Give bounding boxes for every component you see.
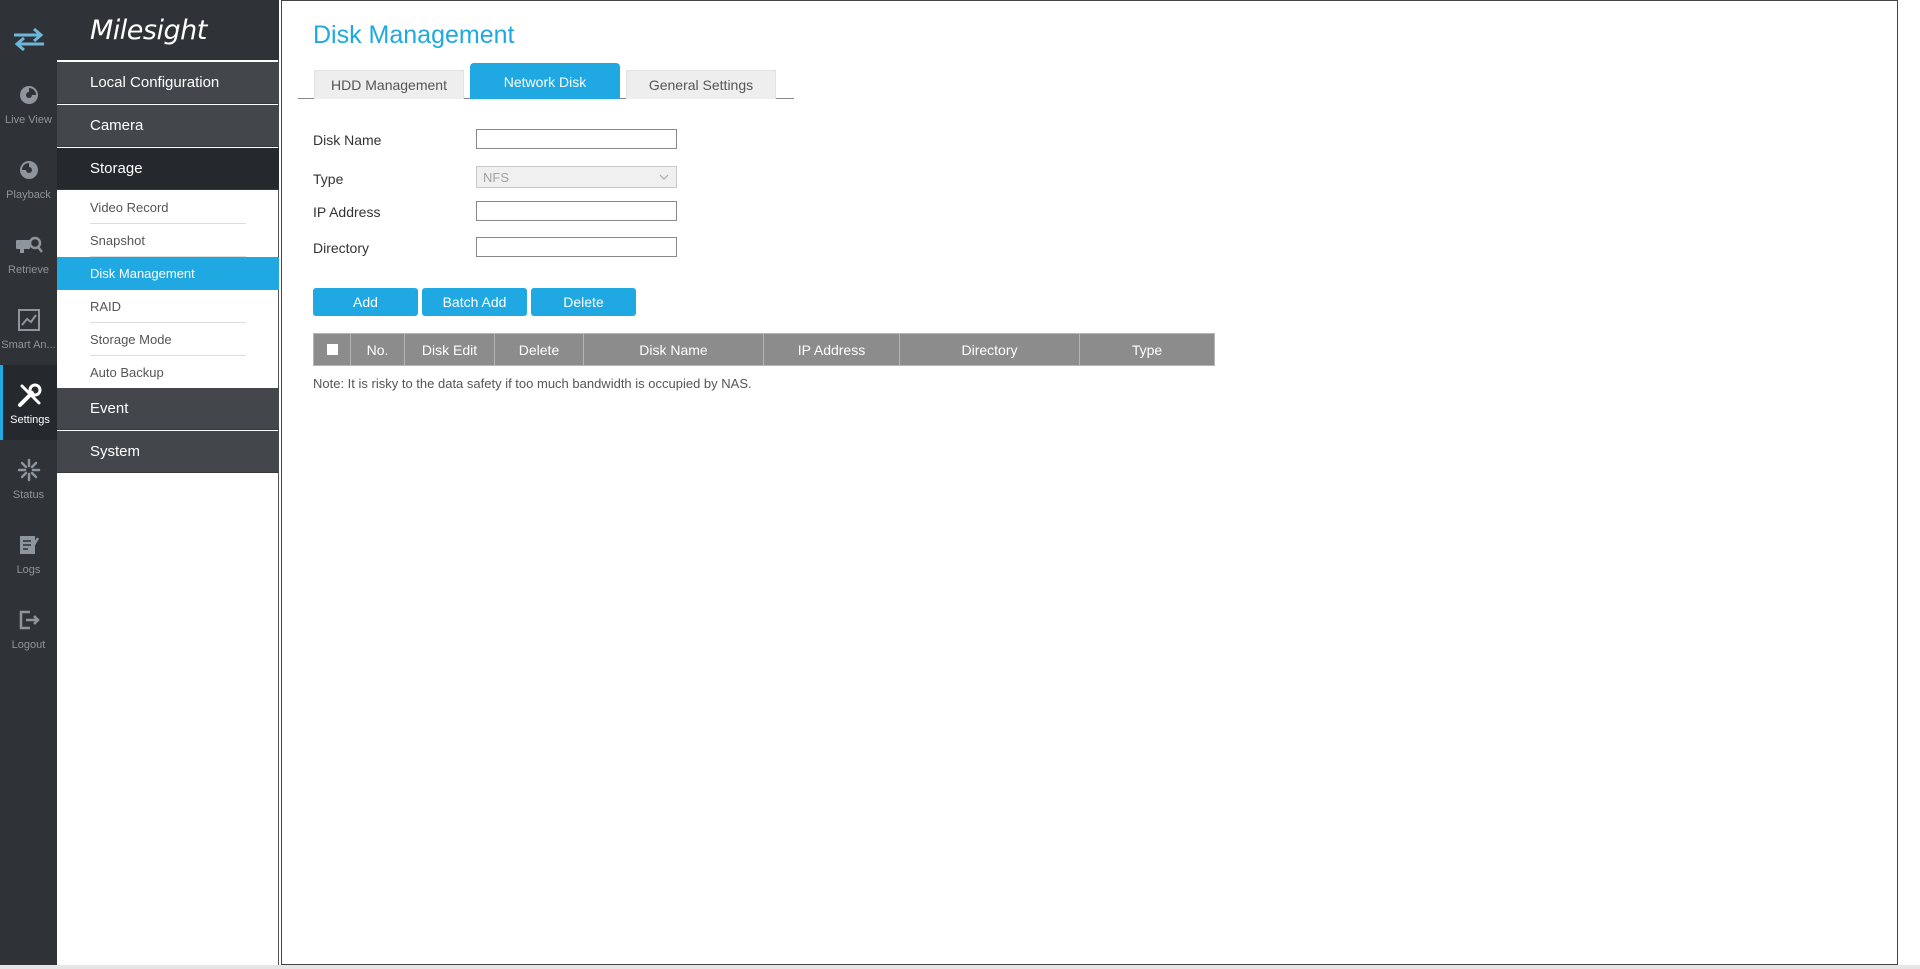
rail-item-status[interactable]: Status: [0, 440, 57, 515]
brand-logo-text: Milesight: [90, 14, 207, 46]
icon-rail: Live View Playback Retrieve Smart An... …: [0, 0, 57, 965]
chevron-down-icon: [658, 171, 670, 186]
column-header-disk-name: Disk Name: [584, 334, 764, 365]
rail-label: Logout: [11, 638, 46, 651]
tab-general-settings[interactable]: General Settings: [626, 70, 776, 99]
swap-arrows-icon: [13, 27, 44, 51]
directory-label: Directory: [313, 240, 370, 256]
sidebar-item-storage[interactable]: Storage: [57, 148, 279, 190]
type-select-value: NFS: [483, 169, 509, 185]
sidebar-subitem-storage-mode[interactable]: Storage Mode: [57, 323, 279, 356]
directory-input[interactable]: [476, 237, 677, 257]
rail-item-retrieve[interactable]: Retrieve: [0, 215, 57, 290]
page-title: Disk Management: [313, 21, 515, 49]
rail-item-logs[interactable]: Logs: [0, 515, 57, 590]
sidebar-subitem-snapshot[interactable]: Snapshot: [57, 224, 279, 257]
rail-item-live-view[interactable]: Live View: [0, 65, 57, 140]
network-disk-table-header: No. Disk Edit Delete Disk Name IP Addres…: [313, 333, 1215, 366]
column-header-directory: Directory: [900, 334, 1080, 365]
sidebar-subitem-video-record[interactable]: Video Record: [57, 191, 279, 224]
rail-label: Settings: [10, 413, 50, 426]
column-header-no: No.: [351, 334, 405, 365]
brand-logo: Milesight: [57, 0, 279, 60]
batch-add-button[interactable]: Batch Add: [422, 288, 527, 316]
rail-label: Playback: [6, 188, 51, 201]
select-all-checkbox[interactable]: [326, 344, 338, 355]
sidebar-item-event[interactable]: Event: [57, 388, 279, 430]
ip-address-label: IP Address: [313, 204, 381, 220]
sidebar-subitem-raid[interactable]: RAID: [57, 290, 279, 323]
settings-sidebar: Milesight Local Configuration Camera Sto…: [57, 0, 279, 965]
column-header-type: Type: [1131, 341, 1163, 358]
type-label: Type: [313, 171, 344, 187]
rail-item-playback[interactable]: Playback: [0, 140, 57, 215]
ip-address-input[interactable]: [476, 201, 677, 221]
delete-button[interactable]: Delete: [531, 288, 636, 316]
playback-icon: [18, 155, 40, 185]
add-button[interactable]: Add: [313, 288, 418, 316]
disk-name-input[interactable]: [476, 129, 677, 149]
select-all-cell: [314, 334, 351, 365]
main-panel: Disk Management HDD Management Network D…: [281, 0, 1898, 965]
settings-icon: [17, 380, 43, 410]
rail-item-smart-analysis[interactable]: Smart An...: [0, 290, 57, 365]
rail-item-logout[interactable]: Logout: [0, 590, 57, 665]
retrieve-icon: [15, 230, 43, 260]
type-select[interactable]: NFS: [476, 166, 677, 188]
rail-label: Retrieve: [8, 263, 49, 276]
tab-network-disk[interactable]: Network Disk: [470, 63, 620, 99]
bottom-edge: [0, 965, 1920, 969]
sidebar-subitem-auto-backup[interactable]: Auto Backup: [57, 356, 279, 389]
rail-label: Smart An...: [1, 338, 56, 351]
sidebar-item-local-configuration[interactable]: Local Configuration: [57, 62, 279, 104]
sidebar-subitem-disk-management[interactable]: Disk Management: [57, 257, 279, 290]
column-header-disk-edit: Disk Edit: [405, 334, 495, 365]
tab-hdd-management[interactable]: HDD Management: [314, 70, 464, 99]
column-header-delete: Delete: [495, 334, 584, 365]
logout-icon: [18, 605, 40, 635]
status-icon: [17, 455, 41, 485]
rail-label: Status: [12, 488, 45, 501]
bandwidth-note: Note: It is risky to the data safety if …: [313, 376, 752, 391]
sidebar-item-system[interactable]: System: [57, 431, 279, 473]
rail-label: Logs: [16, 563, 41, 576]
sidebar-item-camera[interactable]: Camera: [57, 105, 279, 147]
rail-item-settings[interactable]: Settings: [0, 365, 57, 440]
rail-label: Live View: [5, 113, 52, 126]
tab-bar: HDD Management Network Disk General Sett…: [298, 63, 794, 99]
menu-toggle-button[interactable]: [0, 18, 57, 60]
smart-analysis-icon: [17, 305, 40, 335]
disk-name-label: Disk Name: [313, 132, 382, 148]
logs-icon: [18, 530, 40, 560]
column-header-ip-address: IP Address: [764, 334, 900, 365]
live-view-icon: [18, 80, 40, 110]
